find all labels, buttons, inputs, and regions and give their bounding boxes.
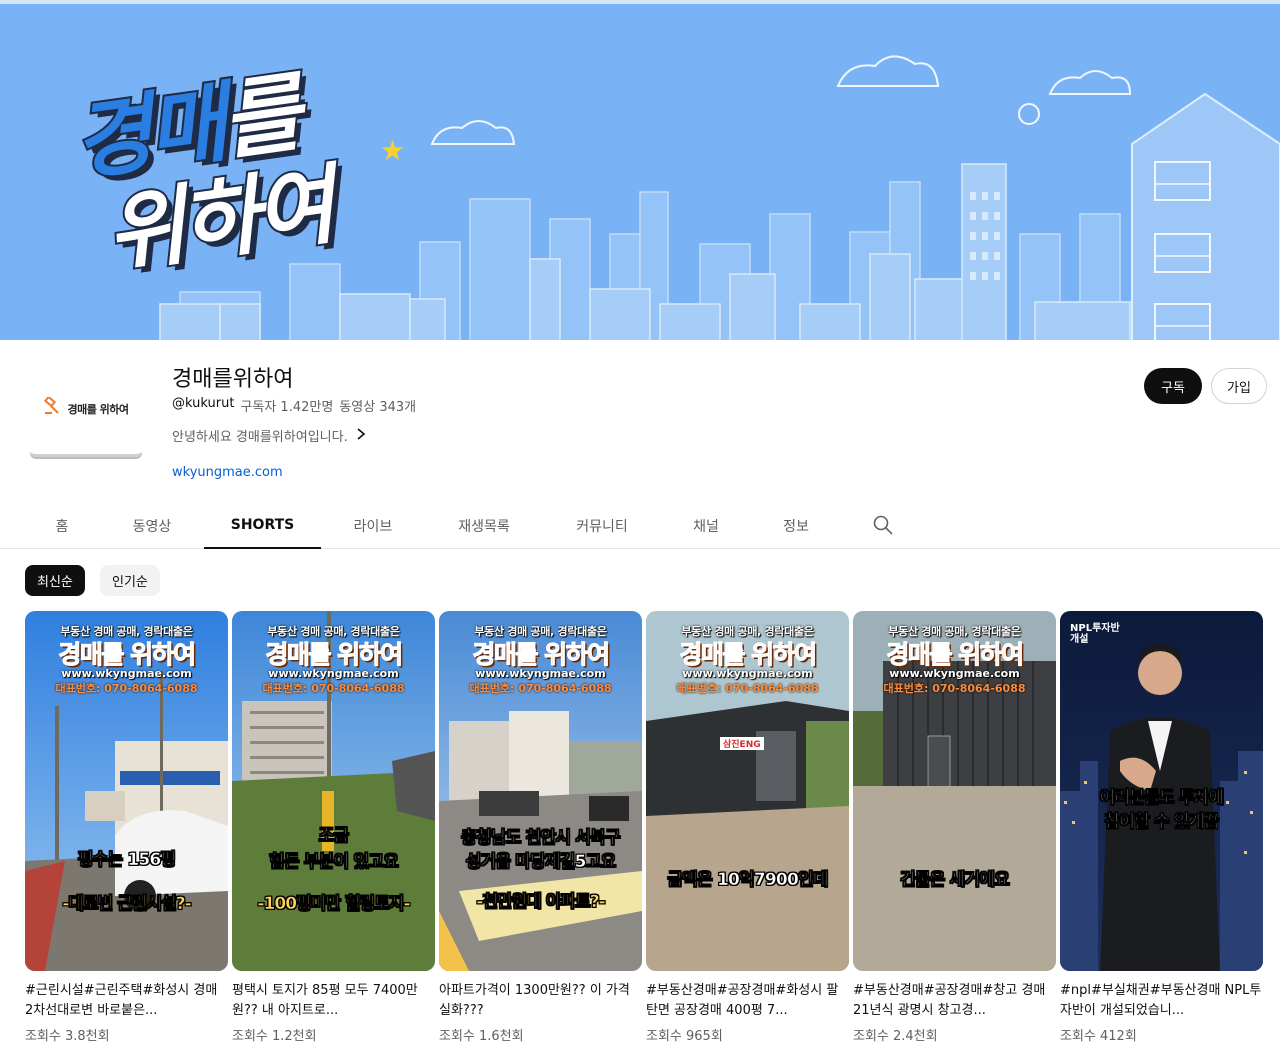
channel-link[interactable]: wkyungmae.com [172, 465, 283, 480]
thumbnail-title: 경매를 위하여 [472, 640, 611, 670]
banner-title-part: 를 [213, 61, 305, 174]
short-title[interactable]: 아파트가격이 1300만원?? 이 가격 실화??? [439, 981, 642, 1021]
video-count: 동영상 343개 [339, 400, 417, 415]
thumbnail-phone: 대표번호: 070-8064-6088 [676, 682, 819, 695]
short-title[interactable]: #근린시설#근린주택#화성시 경매 2차선대로변 바로붙은... [25, 981, 228, 1021]
thumbnail-caption: 힘든 부분이 있고요 [269, 852, 399, 873]
short-title[interactable]: #npl#부실채권#부동산경매 NPL투자반이 개설되었습니... [1060, 981, 1263, 1021]
channel-meta: @kukurut 구독자 1.42만명 동영상 343개 [172, 396, 416, 415]
short-title[interactable]: 평택시 토지가 85평 모두 7400만원?? 내 아지트로... [232, 981, 435, 1021]
thumbnail-phone: 대표번호: 070-8064-6088 [883, 682, 1026, 695]
tab-channels[interactable]: 채널 [675, 502, 737, 549]
short-title[interactable]: #부동산경매#공장경매#창고 경매 21년식 광명시 창고경... [853, 981, 1056, 1021]
thumbnail-title: 경매를 위하여 [58, 640, 197, 670]
chevron-right-icon [356, 426, 366, 445]
channel-banner: 경매를 위하여 ★ [0, 0, 1280, 340]
thumbnail-title: 경매를 위하여 [265, 640, 404, 670]
short-views: 조회수 965회 [646, 1029, 723, 1044]
short-views: 조회수 1.6천회 [439, 1029, 524, 1044]
channel-description-text: 안녕하세요 경매를위하여입니다. [172, 430, 348, 445]
thumbnail-caption-highlight: -천만원대 아파트?- [476, 892, 606, 913]
short-views: 조회수 2.4천회 [853, 1029, 938, 1044]
chip-popular[interactable]: 인기순 [100, 565, 160, 596]
channel-tabs: 홈 동영상 SHORTS 라이브 재생목록 커뮤니티 채널 정보 [0, 502, 1280, 549]
avatar-text: 경매를 위하여 [67, 402, 129, 416]
thumbnail-caption: 금액은 10억7900인데 [667, 870, 829, 891]
thumbnail-url: www.wkyngmae.com [475, 667, 606, 680]
npl-tag-line: NPL투자반 [1070, 623, 1120, 634]
thumbnail-caption-highlight: -대로변 근린시설?- [62, 894, 192, 915]
short-views: 조회수 3.8천회 [25, 1029, 110, 1044]
thumbnail-caption: 건물은 새거예요 [900, 870, 1010, 891]
search-icon[interactable] [872, 514, 894, 536]
star-icon: ★ [380, 134, 406, 167]
short-thumbnail[interactable]: 부동산 경매 공매, 경락대출은 경매를 위하여 www.wkyngmae.co… [853, 611, 1056, 971]
thumbnail-caption-highlight: -100평미만 힐링토지- [257, 894, 411, 915]
channel-description[interactable]: 안녕하세요 경매를위하여입니다. [172, 426, 366, 445]
thumbnail-url: www.wkyngmae.com [682, 667, 813, 680]
tab-about[interactable]: 정보 [765, 502, 827, 549]
tab-shorts[interactable]: SHORTS [204, 502, 321, 549]
channel-handle: @kukurut [172, 396, 235, 411]
short-views: 조회수 412회 [1060, 1029, 1137, 1044]
thumbnail-caption: 참여할 수 있게끔 [1104, 812, 1219, 833]
channel-name: 경매를위하여 [172, 367, 294, 392]
thumbnail-caption: 성거읍 마당재길5고요 [465, 852, 616, 873]
thumbnail-title: 경매를 위하여 [886, 640, 1025, 670]
tab-community[interactable]: 커뮤니티 [557, 502, 647, 549]
thumbnail-phone: 대표번호: 070-8064-6088 [469, 682, 612, 695]
npl-tag-line: 개설 [1070, 634, 1089, 645]
subscribe-button[interactable]: 구독 [1144, 368, 1202, 404]
tab-live[interactable]: 라이브 [333, 502, 413, 549]
thumbnail-phone: 대표번호: 070-8064-6088 [262, 682, 405, 695]
short-views: 조회수 1.2천회 [232, 1029, 317, 1044]
short-thumbnail[interactable]: 부동산 경매 공매, 경락대출은 경매를 위하여 www.wkyngmae.co… [646, 611, 849, 971]
thumbnail-caption: 평수는 156평 [77, 850, 176, 871]
thumbnail-caption: 충청남도 천안시 서북구 [461, 828, 621, 849]
gavel-icon [43, 395, 61, 420]
tab-playlists[interactable]: 재생목록 [440, 502, 528, 549]
short-title[interactable]: #부동산경매#공장경매#화성시 팔탄면 공장경매 400평 7... [646, 981, 849, 1021]
short-thumbnail[interactable]: 부동산 경매 공매, 경락대출은 경매를 위하여 www.wkyngmae.co… [439, 611, 642, 971]
building-sign: 삼진ENG [720, 737, 764, 750]
subscriber-count: 구독자 1.42만명 [240, 400, 334, 415]
thumbnail-url: www.wkyngmae.com [61, 667, 192, 680]
thumbnail-phone: 대표번호: 070-8064-6088 [55, 682, 198, 695]
thumbnail-caption: 여러분들도 투자에 [1099, 788, 1224, 809]
thumbnail-url: www.wkyngmae.com [268, 667, 399, 680]
short-thumbnail[interactable]: 부동산 경매 공매, 경락대출은 경매를 위하여 www.wkyngmae.co… [232, 611, 435, 971]
channel-avatar[interactable]: 경매를 위하여 [30, 363, 142, 457]
tab-home[interactable]: 홈 [30, 502, 94, 549]
thumbnail-url: www.wkyngmae.com [889, 667, 1020, 680]
npl-tag: NPL투자반 개설 [1070, 623, 1120, 645]
join-button[interactable]: 가입 [1211, 368, 1267, 404]
short-thumbnail[interactable]: 부동산 경매 공매, 경락대출은 경매를 위하여 www.wkyngmae.co… [25, 611, 228, 971]
chip-latest[interactable]: 최신순 [25, 565, 85, 596]
thumbnail-caption: 조금 [318, 826, 349, 847]
thumbnail-title: 경매를 위하여 [679, 640, 818, 670]
short-thumbnail[interactable]: NPL투자반 개설 여러분들도 투자에 참여할 수 있게끔 [1060, 611, 1263, 971]
tab-videos[interactable]: 동영상 [112, 502, 192, 549]
